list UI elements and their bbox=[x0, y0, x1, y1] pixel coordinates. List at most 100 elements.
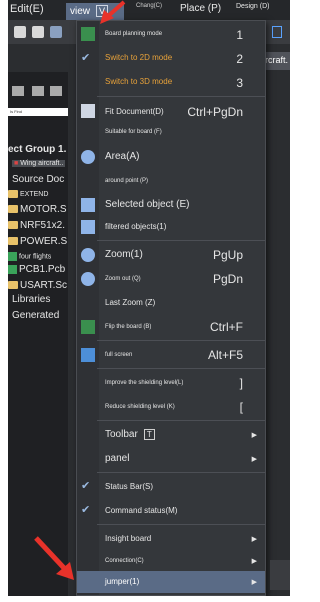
menu-item-shortcut: 1 bbox=[236, 28, 243, 42]
submenu-arrow-icon: ▶ bbox=[251, 558, 257, 565]
tree-libraries[interactable]: Libraries bbox=[12, 294, 50, 305]
tree-file-pcb1[interactable]: PCB1.Pcb bbox=[8, 264, 65, 275]
folder-icon[interactable] bbox=[32, 86, 44, 96]
menu-separator bbox=[97, 240, 265, 241]
menu-item-last-zoom[interactable]: Last Zoom (Z) bbox=[77, 293, 265, 313]
menu-item-shortcut: ] bbox=[239, 376, 243, 390]
tree-item-label: PCB1.Pcb bbox=[19, 264, 66, 275]
project-node[interactable]: ■ Wing aircraft.. bbox=[12, 160, 66, 167]
search-input[interactable]: Is Find bbox=[8, 108, 68, 116]
menu-item-connection[interactable]: Connection(C) ▶ bbox=[77, 551, 265, 571]
filter-icon bbox=[81, 220, 95, 234]
menu-item-around-point[interactable]: around point (P) bbox=[77, 173, 265, 189]
annotation-arrow-top bbox=[100, 0, 126, 24]
preview-icon[interactable] bbox=[32, 26, 44, 38]
menu-item-label: panel bbox=[105, 453, 130, 464]
pcb-icon bbox=[8, 264, 17, 274]
print-icon[interactable] bbox=[14, 26, 26, 38]
menu-item-insight-board[interactable]: Insight board ▶ bbox=[77, 529, 265, 549]
menu-item-status-bar[interactable]: ✔ Status Bar(S) bbox=[77, 477, 265, 497]
open-icon[interactable] bbox=[50, 26, 62, 38]
menu-item-panel[interactable]: panel ▶ bbox=[77, 449, 265, 469]
submenu-arrow-icon: ▶ bbox=[251, 536, 257, 543]
schematic-icon bbox=[8, 281, 18, 290]
menu-item-3d-mode[interactable]: Switch to 3D mode 3 bbox=[77, 73, 265, 91]
menu-item-label: Toolbar T bbox=[105, 429, 155, 440]
menu-item-zoom-out[interactable]: Zoom out (Q) PgDn bbox=[77, 269, 265, 289]
tree-folder-extend[interactable]: EXTEND bbox=[8, 190, 48, 198]
toolbar-label: Toolbar bbox=[105, 429, 138, 440]
annotation-arrow-bottom bbox=[34, 536, 74, 580]
schematic-icon bbox=[8, 205, 18, 214]
menu-item-reduce-shielding[interactable]: Reduce shielding level (K) [ bbox=[77, 397, 265, 417]
menu-item-toolbar[interactable]: Toolbar T ▶ bbox=[77, 425, 265, 445]
menu-item-2d-mode[interactable]: ✔ Switch to 2D mode 2 bbox=[77, 49, 265, 67]
menu-item-label: Reduce shielding level (K) bbox=[105, 404, 175, 410]
menu-separator bbox=[97, 96, 265, 97]
menu-item-zoom-in[interactable]: Zoom(1) PgUp bbox=[77, 245, 265, 265]
menu-item-label: Zoom out (Q) bbox=[105, 276, 141, 282]
tree-generated[interactable]: Generated bbox=[12, 310, 59, 321]
menu-item-label: around point (P) bbox=[105, 178, 149, 184]
tree-file-motor[interactable]: MOTOR.S bbox=[8, 204, 66, 215]
menu-bar: Edit(E) view V Chang(C) Place (P) Design … bbox=[8, 0, 290, 23]
submenu-arrow-icon: ▶ bbox=[251, 456, 257, 463]
menu-item-board-planning[interactable]: Board planning mode 1 bbox=[77, 25, 265, 43]
menu-item-shortcut: Alt+F5 bbox=[207, 348, 243, 362]
folder-open-icon[interactable] bbox=[12, 86, 24, 96]
toolbar-accel: T bbox=[143, 429, 155, 440]
menu-item-full-screen[interactable]: full screen Alt+F5 bbox=[77, 345, 265, 365]
source-documents[interactable]: Source Doc bbox=[12, 174, 64, 185]
zoom-in-icon bbox=[81, 248, 95, 262]
menu-design[interactable]: Design (D) bbox=[236, 3, 269, 10]
status-area bbox=[270, 560, 290, 590]
menu-item-selected-object[interactable]: Selected object (E) bbox=[77, 195, 265, 215]
check-icon: ✔ bbox=[81, 52, 91, 64]
tree-item-label: POWER.S bbox=[20, 236, 68, 247]
menu-item-flip-board[interactable]: Flip the board (B) Ctrl+F bbox=[77, 317, 265, 337]
check-icon: ✔ bbox=[81, 480, 91, 492]
view-menu: Board planning mode 1 ✔ Switch to 2D mod… bbox=[76, 20, 266, 596]
menu-change[interactable]: Chang(C) bbox=[136, 3, 162, 9]
flip-board-icon bbox=[81, 320, 95, 334]
menu-item-shortcut: PgDn bbox=[212, 272, 243, 286]
menu-item-label: Suitable for board (F) bbox=[105, 129, 162, 135]
check-icon: ✔ bbox=[81, 504, 91, 516]
menu-item-fit-board[interactable]: Suitable for board (F) bbox=[77, 125, 265, 139]
menu-item-shortcut: PgUp bbox=[212, 248, 243, 262]
tree-file-nrf[interactable]: NRF51x2. bbox=[8, 220, 65, 231]
selected-object-icon bbox=[81, 198, 95, 212]
project-panel: Is Find ect Group 1. ■ Wing aircraft.. S… bbox=[8, 72, 68, 596]
menu-item-shortcut: Ctrl+PgDn bbox=[187, 105, 243, 119]
menu-place[interactable]: Place (P) bbox=[180, 3, 221, 14]
menu-item-fit-document[interactable]: Fit Document(D) Ctrl+PgDn bbox=[77, 101, 265, 121]
tree-file-usart[interactable]: USART.Sc bbox=[8, 280, 67, 291]
app-window: Edit(E) view V Chang(C) Place (P) Design … bbox=[8, 0, 290, 596]
menu-item-filtered-objects[interactable]: filtered objects(1) bbox=[77, 217, 265, 237]
menu-edit[interactable]: Edit(E) bbox=[10, 3, 44, 15]
submenu-arrow-icon: ▶ bbox=[251, 432, 257, 439]
tree-file-power[interactable]: POWER.S bbox=[8, 236, 67, 247]
menu-item-label: Switch to 2D mode bbox=[105, 53, 173, 62]
project-group[interactable]: ect Group 1. bbox=[8, 144, 66, 155]
frame-icon[interactable] bbox=[272, 26, 282, 38]
menu-item-command-status[interactable]: ✔ Command status(M) bbox=[77, 501, 265, 521]
menu-item-label: Insight board bbox=[105, 534, 152, 543]
menu-item-area[interactable]: Area(A) bbox=[77, 147, 265, 167]
menu-item-improve-shielding[interactable]: Improve the shielding level(L) ] bbox=[77, 373, 265, 393]
tree-item-label: four flights bbox=[19, 253, 52, 261]
menu-item-label: Zoom(1) bbox=[105, 249, 143, 260]
menu-separator bbox=[97, 340, 265, 341]
menu-item-label: filtered objects(1) bbox=[105, 222, 167, 231]
menu-item-jumper[interactable]: jumper(1) ▶ bbox=[77, 571, 265, 593]
tree-item-label: MOTOR.S bbox=[20, 204, 67, 215]
menu-item-label: Improve the shielding level(L) bbox=[105, 380, 184, 386]
zoom-out-icon bbox=[81, 272, 95, 286]
menu-item-label: Selected object (E) bbox=[105, 199, 190, 210]
menu-separator bbox=[97, 472, 265, 473]
zoom-area-icon bbox=[81, 150, 95, 164]
menu-item-label: jumper(1) bbox=[105, 577, 140, 586]
folder-icon bbox=[8, 190, 18, 198]
tree-file-four-flights[interactable]: four flights bbox=[8, 252, 51, 261]
settings-icon[interactable] bbox=[50, 86, 62, 96]
